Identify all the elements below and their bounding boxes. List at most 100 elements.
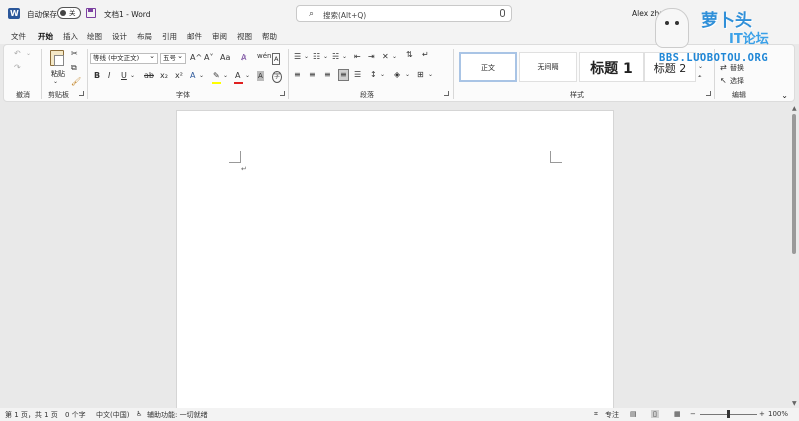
- zoom-out-icon[interactable]: −: [690, 410, 696, 418]
- tab-layout[interactable]: 布局: [137, 31, 152, 42]
- styles-launcher-icon[interactable]: [706, 91, 711, 96]
- multilevel-dropdown-icon[interactable]: ⌄: [342, 52, 347, 62]
- vertical-scrollbar[interactable]: ▲ ▼: [790, 104, 799, 408]
- tab-review[interactable]: 审阅: [212, 31, 227, 42]
- cut-icon[interactable]: ✂: [71, 49, 78, 59]
- align-center-icon[interactable]: ≡: [309, 70, 316, 80]
- tab-draw[interactable]: 绘图: [87, 31, 102, 42]
- ribbon-collapse-icon[interactable]: ⌄: [781, 91, 788, 100]
- line-spacing-icon[interactable]: ↕: [370, 70, 377, 80]
- chinese-layout-dropdown-icon[interactable]: ⌄: [392, 52, 397, 62]
- chinese-layout-icon[interactable]: ✕: [382, 52, 389, 62]
- char-shading-icon[interactable]: A: [257, 71, 264, 81]
- page-count[interactable]: 第 1 页，共 1 页: [5, 410, 58, 420]
- document-page[interactable]: ↵: [176, 110, 614, 410]
- underline-dropdown-icon[interactable]: ⌄: [130, 71, 135, 81]
- select-icon[interactable]: ↖: [720, 76, 727, 86]
- language-status[interactable]: 中文(中国): [96, 410, 129, 420]
- show-marks-icon[interactable]: ↵: [422, 50, 429, 60]
- zoom-slider-thumb[interactable]: [727, 410, 730, 418]
- distributed-icon[interactable]: ☰: [354, 70, 361, 80]
- decrease-indent-icon[interactable]: ⇤: [354, 52, 361, 62]
- undo-icon[interactable]: ↶: [14, 49, 21, 59]
- focus-button[interactable]: 专注: [605, 410, 619, 420]
- subscript-button[interactable]: x₂: [160, 71, 168, 81]
- copy-icon[interactable]: ⧉: [71, 63, 77, 73]
- tab-view[interactable]: 视图: [237, 31, 252, 42]
- undo-dropdown-icon[interactable]: ⌄: [26, 49, 31, 59]
- search-input[interactable]: ⌕ 搜索(Alt+Q): [296, 5, 512, 22]
- style-heading-1[interactable]: 标题 1: [579, 52, 644, 82]
- style-normal[interactable]: 正文: [459, 52, 517, 82]
- text-effects-icon[interactable]: A: [190, 71, 195, 81]
- read-mode-icon[interactable]: ▤: [630, 410, 637, 418]
- print-layout-icon[interactable]: ▯: [651, 410, 659, 418]
- justify-icon[interactable]: ≡: [338, 69, 349, 81]
- zoom-in-icon[interactable]: +: [759, 410, 765, 418]
- tab-design[interactable]: 设计: [112, 31, 127, 42]
- font-color-dropdown-icon[interactable]: ⌄: [245, 71, 250, 81]
- divider: [288, 49, 289, 99]
- numbering-icon[interactable]: ☷: [313, 52, 320, 62]
- accessibility-status[interactable]: 辅助功能: 一切就绪: [147, 410, 208, 420]
- bold-button[interactable]: B: [94, 71, 100, 81]
- multilevel-list-icon[interactable]: ☵: [332, 52, 339, 62]
- bullets-icon[interactable]: ☰: [294, 52, 301, 62]
- tab-home[interactable]: 开始: [38, 31, 53, 46]
- sort-icon[interactable]: ⇅: [406, 50, 413, 60]
- font-launcher-icon[interactable]: [280, 91, 285, 96]
- increase-indent-icon[interactable]: ⇥: [368, 52, 375, 62]
- superscript-button[interactable]: x²: [175, 71, 183, 81]
- shading-dropdown-icon[interactable]: ⌄: [405, 70, 410, 80]
- bullets-dropdown-icon[interactable]: ⌄: [304, 52, 309, 62]
- borders-icon[interactable]: ⊞: [417, 70, 424, 80]
- tab-references[interactable]: 引用: [162, 31, 177, 42]
- tab-help[interactable]: 帮助: [262, 31, 277, 42]
- tab-mailings[interactable]: 邮件: [187, 31, 202, 42]
- highlight-icon[interactable]: ✎: [213, 71, 220, 81]
- web-layout-icon[interactable]: ▦: [674, 410, 681, 418]
- clear-formatting-icon[interactable]: A̷: [241, 53, 246, 63]
- highlight-dropdown-icon[interactable]: ⌄: [223, 71, 228, 81]
- font-size-select[interactable]: 五号: [160, 52, 186, 64]
- style-no-spacing[interactable]: 无间隔: [519, 52, 577, 82]
- scroll-thumb[interactable]: [792, 114, 796, 254]
- styles-more-icon[interactable]: ⩡: [698, 72, 701, 82]
- borders-dropdown-icon[interactable]: ⌄: [428, 70, 433, 80]
- paste-dropdown-icon[interactable]: ⌄: [53, 77, 58, 87]
- redo-icon[interactable]: ↷: [14, 63, 21, 73]
- select-button[interactable]: 选择: [730, 76, 744, 86]
- enclose-char-icon[interactable]: 字: [272, 71, 283, 83]
- align-left-icon[interactable]: ≡: [294, 70, 301, 80]
- paste-icon[interactable]: [50, 50, 64, 66]
- shrink-font-button[interactable]: A˅: [204, 53, 213, 63]
- tab-insert[interactable]: 插入: [63, 31, 78, 42]
- line-spacing-dropdown-icon[interactable]: ⌄: [380, 70, 385, 80]
- phonetic-guide-icon[interactable]: wén: [257, 51, 271, 61]
- font-name-select[interactable]: 等线 (中文正文): [90, 52, 158, 64]
- underline-button[interactable]: U: [121, 71, 127, 81]
- microphone-icon[interactable]: [500, 9, 505, 17]
- char-border-icon[interactable]: A: [272, 53, 281, 65]
- align-right-icon[interactable]: ≡: [324, 70, 331, 80]
- focus-icon[interactable]: ⌗: [594, 410, 598, 419]
- change-case-button[interactable]: Aa: [220, 53, 230, 63]
- strikethrough-button[interactable]: ab: [144, 71, 154, 81]
- word-count[interactable]: 0 个字: [65, 410, 86, 420]
- shading-icon[interactable]: ◈: [394, 70, 400, 80]
- tab-file[interactable]: 文件: [11, 31, 26, 42]
- font-color-icon[interactable]: A: [235, 71, 240, 81]
- numbering-dropdown-icon[interactable]: ⌄: [323, 52, 328, 62]
- text-effects-dropdown-icon[interactable]: ⌄: [199, 71, 204, 81]
- clipboard-launcher-icon[interactable]: [79, 91, 84, 96]
- grow-font-button[interactable]: A^: [190, 53, 202, 63]
- format-painter-icon[interactable]: 🖌: [71, 77, 81, 87]
- save-icon[interactable]: [86, 8, 96, 18]
- zoom-level[interactable]: 100%: [768, 410, 788, 418]
- italic-button[interactable]: I: [108, 71, 110, 81]
- autosave-toggle[interactable]: 关: [57, 7, 81, 19]
- scroll-up-icon[interactable]: ▲: [792, 105, 797, 112]
- paragraph-launcher-icon[interactable]: [444, 91, 449, 96]
- accessibility-icon[interactable]: ♿: [136, 410, 142, 418]
- scroll-down-icon[interactable]: ▼: [792, 400, 797, 407]
